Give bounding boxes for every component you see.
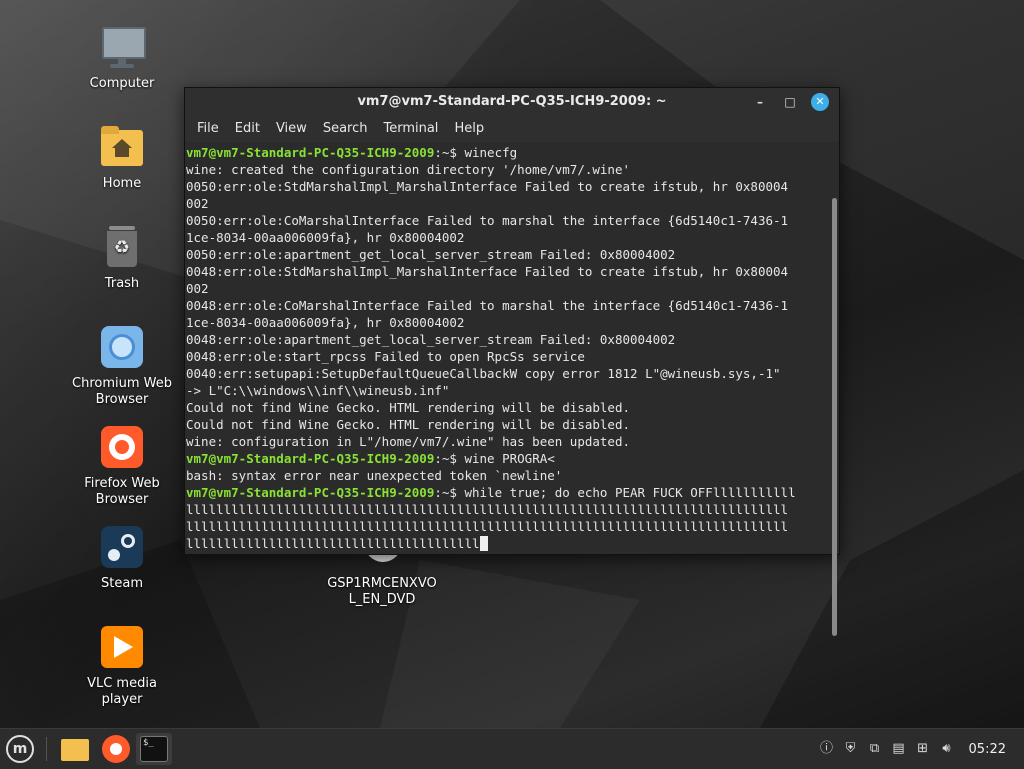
- menu-edit[interactable]: Edit: [227, 116, 268, 142]
- computer-icon: [99, 24, 146, 70]
- command-text: winecfg: [464, 145, 518, 160]
- terminal-line: lllllllllllllllllllllllllllllllllllllll: [186, 535, 829, 552]
- desktop-icon-trash[interactable]: ♻ Trash: [67, 224, 177, 292]
- command-text: wine PROGRA<: [464, 451, 555, 466]
- start-menu-button[interactable]: m: [4, 733, 36, 765]
- shield-icon[interactable]: ⛨: [843, 741, 859, 757]
- desktop-icon-chromium[interactable]: Chromium Web Browser: [67, 324, 177, 408]
- terminal-line: 0048:err:ole:apartment_get_local_server_…: [186, 332, 676, 347]
- terminal-line: 0048:err:ole:CoMarshalInterface Failed t…: [186, 298, 789, 313]
- menu-terminal[interactable]: Terminal: [375, 116, 446, 142]
- menu-file[interactable]: File: [189, 116, 227, 142]
- text-cursor: [479, 536, 488, 551]
- terminal-line: -> L"C:\\windows\\inf\\wineusb.inf": [186, 383, 450, 398]
- terminal-line: 002: [186, 281, 209, 296]
- prompt-suffix: :~$: [434, 485, 465, 500]
- terminal-line: vm7@vm7-Standard-PC-Q35-ICH9-2009:~$ whi…: [186, 484, 829, 501]
- system-tray: ⓘ ⛨ ⧉ ▤ ⊞ 🔊︎ 05:22: [819, 729, 1024, 769]
- desktop-icon-vlc[interactable]: VLC media player: [67, 624, 177, 708]
- desktop-icon-label: Steam: [101, 576, 143, 591]
- prompt-user: vm7@vm7-Standard-PC-Q35-ICH9-2009: [186, 485, 435, 500]
- desktop-icon-label: GSP1RMCENXVOL_EN_DVD: [327, 576, 437, 607]
- taskbar-terminal-button[interactable]: $_: [136, 733, 172, 765]
- terminal-line: llllllllllllllllllllllllllllllllllllllll…: [186, 502, 789, 517]
- prompt-suffix: :~$: [434, 145, 465, 160]
- menu-bar: File Edit View Search Terminal Help: [185, 116, 839, 142]
- taskbar: m $_ ⓘ ⛨ ⧉ ▤ ⊞ 🔊︎ 05:22: [0, 728, 1024, 769]
- terminal-line: 0050:err:ole:apartment_get_local_server_…: [186, 247, 676, 262]
- menu-help[interactable]: Help: [446, 116, 492, 142]
- chromium-icon: [99, 324, 145, 370]
- desktop-icon-label: Home: [102, 176, 142, 191]
- trash-icon: ♻: [99, 224, 145, 270]
- terminal-line: wine: created the configuration director…: [186, 162, 631, 177]
- maximize-button[interactable]: □: [781, 93, 799, 111]
- clipboard-icon[interactable]: ▤: [891, 741, 907, 757]
- taskbar-separator: [46, 737, 47, 761]
- taskbar-firefox-button[interactable]: [100, 733, 132, 765]
- prompt-user: vm7@vm7-Standard-PC-Q35-ICH9-2009: [186, 145, 435, 160]
- terminal-line: 0048:err:ole:StdMarshalImpl_MarshalInter…: [186, 264, 789, 279]
- folder-icon: [61, 739, 89, 761]
- volume-icon[interactable]: 🔊︎: [939, 741, 955, 757]
- desktop-icon-steam[interactable]: Steam: [67, 524, 177, 592]
- firefox-icon: [99, 424, 145, 470]
- desktop-icon-computer[interactable]: Computer: [67, 24, 177, 92]
- desktop-icon-firefox[interactable]: Firefox Web Browser: [67, 424, 177, 508]
- desktop-icon-label: Chromium Web Browser: [72, 376, 172, 407]
- prompt-user: vm7@vm7-Standard-PC-Q35-ICH9-2009: [186, 451, 435, 466]
- home-folder-icon: [99, 124, 145, 170]
- desktop-icon-label: Firefox Web Browser: [84, 476, 160, 507]
- desktop-icon-label: Computer: [89, 76, 155, 91]
- terminal-line: Could not find Wine Gecko. HTML renderin…: [186, 400, 631, 415]
- vlc-icon: [99, 624, 145, 670]
- clock[interactable]: 05:22: [969, 742, 1006, 757]
- terminal-line: Could not find Wine Gecko. HTML renderin…: [186, 417, 631, 432]
- terminal-output[interactable]: vm7@vm7-Standard-PC-Q35-ICH9-2009:~$ win…: [185, 143, 829, 554]
- close-button[interactable]: ✕: [811, 93, 829, 111]
- terminal-line: 0050:err:ole:CoMarshalInterface Failed t…: [186, 213, 789, 228]
- prompt-suffix: :~$: [434, 451, 465, 466]
- command-continuation: lllllllllllllllllllllllllllllllllllllll: [186, 536, 480, 551]
- network-icon[interactable]: ⊞: [915, 741, 931, 757]
- terminal-line: 1ce-8034-00aa006009fa}, hr 0x80004002: [186, 315, 465, 330]
- menu-view[interactable]: View: [268, 116, 315, 142]
- menu-search[interactable]: Search: [315, 116, 376, 142]
- terminal-line: 002: [186, 196, 209, 211]
- terminal-line: 0050:err:ole:StdMarshalImpl_MarshalInter…: [186, 179, 789, 194]
- terminal-line: vm7@vm7-Standard-PC-Q35-ICH9-2009:~$ win…: [186, 144, 829, 161]
- steam-icon: [99, 524, 145, 570]
- terminal-window[interactable]: vm7@vm7-Standard-PC-Q35-ICH9-2009: ~ – □…: [184, 87, 840, 636]
- desktop-icon-label: VLC media player: [87, 676, 157, 707]
- notification-icon[interactable]: ⓘ: [819, 741, 835, 757]
- taskbar-files-button[interactable]: [58, 733, 90, 765]
- firefox-icon: [102, 735, 130, 763]
- update-manager-icon[interactable]: ⧉: [867, 741, 883, 757]
- terminal-line: 0040:err:setupapi:SetupDefaultQueueCallb…: [186, 366, 781, 381]
- desktop-icon-label: Trash: [104, 276, 140, 291]
- mint-logo-icon: m: [6, 735, 34, 763]
- terminal-icon: $_: [140, 736, 168, 762]
- command-text: while true; do echo PEAR FUCK OFFlllllll…: [464, 485, 796, 500]
- terminal-line: llllllllllllllllllllllllllllllllllllllll…: [186, 519, 789, 534]
- window-titlebar[interactable]: vm7@vm7-Standard-PC-Q35-ICH9-2009: ~ – □…: [185, 88, 839, 116]
- terminal-line: bash: syntax error near unexpected token…: [186, 468, 563, 483]
- window-title: vm7@vm7-Standard-PC-Q35-ICH9-2009: ~: [357, 94, 667, 109]
- terminal-line: vm7@vm7-Standard-PC-Q35-ICH9-2009:~$ win…: [186, 450, 829, 467]
- terminal-line: 0048:err:ole:start_rpcss Failed to open …: [186, 349, 585, 364]
- terminal-line: 1ce-8034-00aa006009fa}, hr 0x80004002: [186, 230, 465, 245]
- desktop-icon-home[interactable]: Home: [67, 124, 177, 192]
- terminal-line: wine: configuration in L"/home/vm7/.wine…: [186, 434, 631, 449]
- terminal-scrollbar[interactable]: [832, 198, 837, 636]
- minimize-button[interactable]: –: [751, 93, 769, 111]
